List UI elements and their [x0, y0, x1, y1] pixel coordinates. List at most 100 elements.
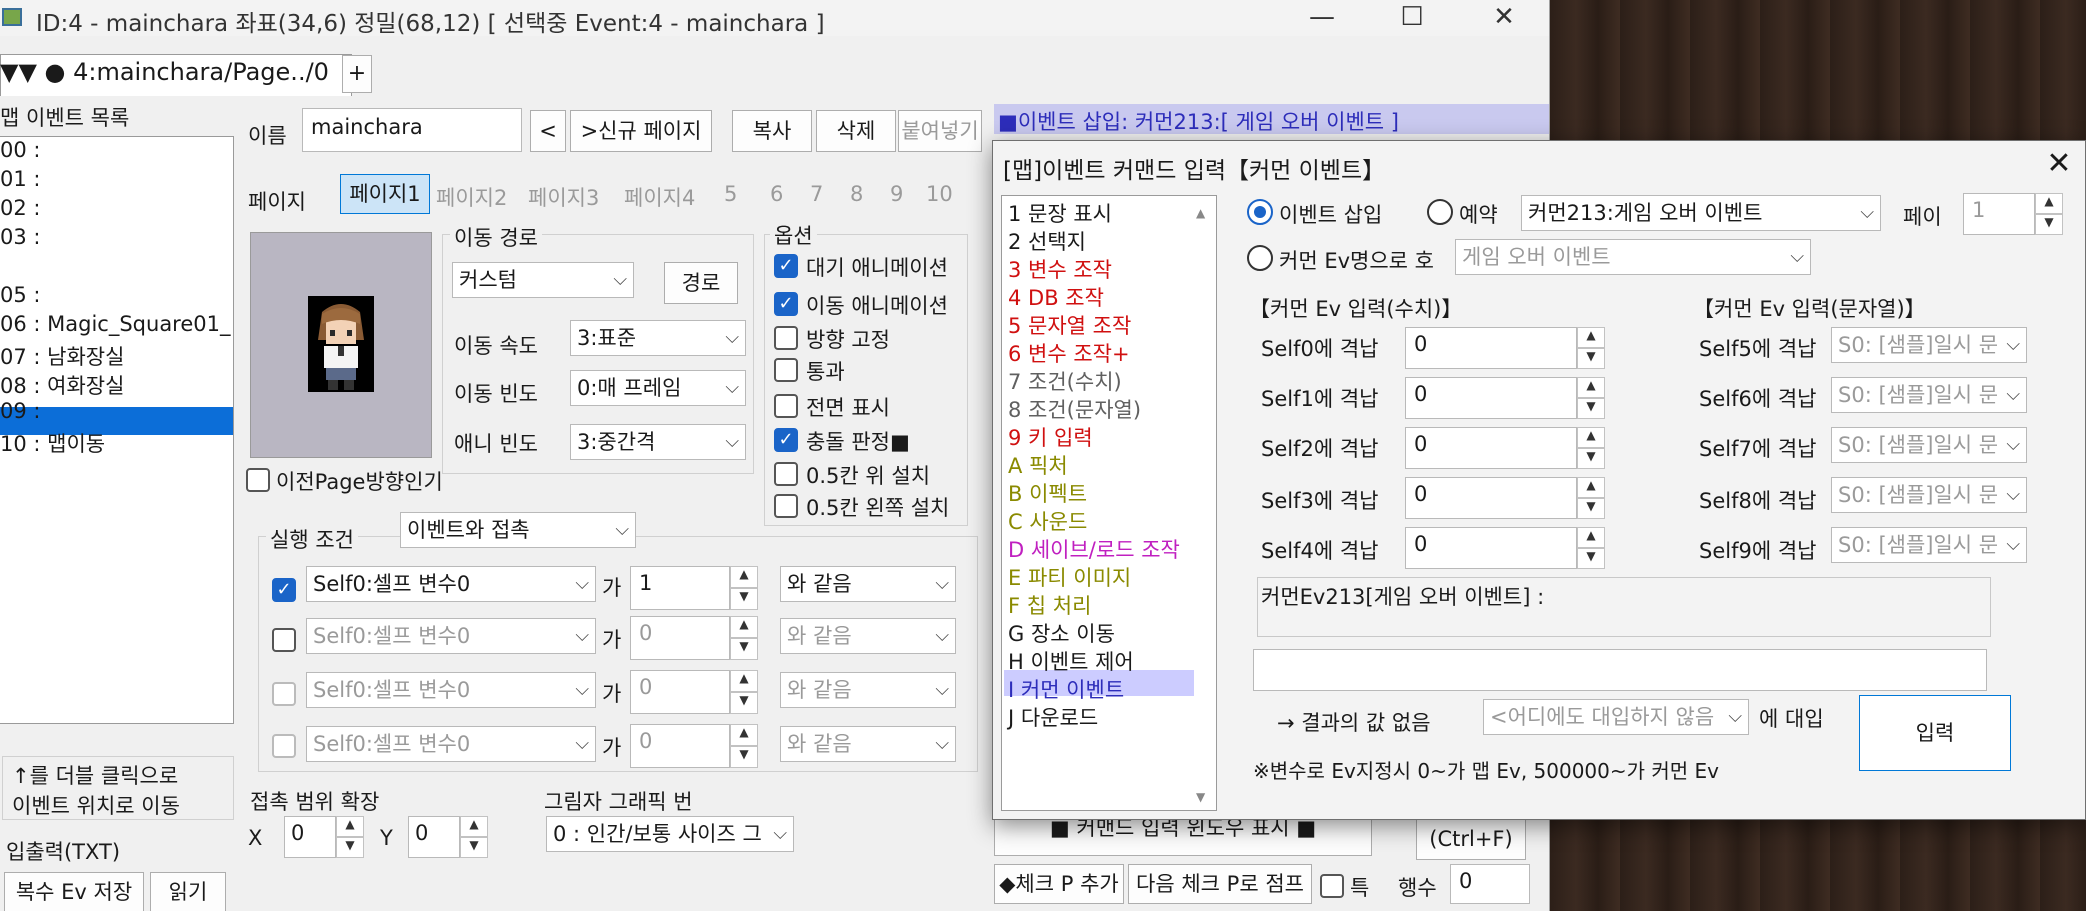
freq-select[interactable]: 0:매 프레임 ⌵	[570, 370, 746, 406]
prev-page-button[interactable]: <	[530, 110, 566, 152]
list-item[interactable]: 06 : Magic_Square01_	[0, 312, 234, 336]
cond-var-select[interactable]: Self0:셀프 변수0 ⌵	[306, 672, 596, 708]
event-insert-bar[interactable]: ■이벤트 삽입: 커먼213:[ 게임 오버 이벤트 ]	[994, 104, 1549, 134]
cond-cmp-select[interactable]: 와 같음 ⌵	[780, 672, 956, 708]
ctrl-f-button[interactable]: (Ctrl+F)	[1416, 818, 1526, 860]
spin-up-icon[interactable]: ▲	[730, 670, 758, 692]
list-item[interactable]: C 사운드	[1008, 506, 1087, 536]
num-input[interactable]: 0	[1405, 327, 1577, 369]
prev-dir-checkbox[interactable]	[246, 468, 270, 492]
special-checkbox[interactable]	[1320, 874, 1344, 898]
list-item[interactable]: 01 :	[0, 167, 40, 191]
checkbox-half-up[interactable]	[774, 462, 798, 486]
str-select[interactable]: S0: [샘플]일시 문 ⌵	[1831, 377, 2027, 413]
line-count-input[interactable]: 0	[1450, 864, 1530, 904]
route-select[interactable]: 커스텀 ⌵	[452, 262, 634, 298]
cond-cmp-select[interactable]: 와 같음 ⌵	[780, 566, 956, 602]
cond-var-select[interactable]: Self0:셀프 변수0 ⌵	[306, 566, 596, 602]
cond-checkbox[interactable]	[272, 628, 296, 652]
list-item[interactable]: 9 키 입력	[1008, 422, 1093, 452]
str-select[interactable]: S0: [샘플]일시 문 ⌵	[1831, 427, 2027, 463]
cond-checkbox[interactable]	[272, 734, 296, 758]
anim-select[interactable]: 3:중간격 ⌵	[570, 424, 746, 460]
cond-checkbox[interactable]: ✓	[272, 578, 296, 602]
list-item[interactable]: D 세이브/로드 조작	[1008, 534, 1180, 564]
cond-checkbox[interactable]	[272, 682, 296, 706]
extra-input[interactable]	[1253, 649, 1987, 691]
tab-page-7[interactable]: 7	[810, 182, 823, 206]
checkbox-wait-anim[interactable]: ✓	[774, 254, 798, 278]
spin-down-icon[interactable]: ▼	[1577, 398, 1605, 419]
name-select[interactable]: 게임 오버 이벤트 ⌵	[1455, 239, 1811, 275]
delete-button[interactable]: 삭제	[816, 110, 896, 152]
spin-up-icon[interactable]: ▲	[1577, 427, 1605, 448]
list-item[interactable]: H 이벤트 제어	[1008, 646, 1134, 676]
spin-up-icon[interactable]: ▲	[1577, 477, 1605, 498]
read-button[interactable]: 읽기	[150, 872, 226, 911]
checkbox-front[interactable]	[774, 394, 798, 418]
spin-up-icon[interactable]: ▲	[1577, 327, 1605, 348]
tab-page-1[interactable]: 페이지1	[340, 174, 430, 214]
next-check-button[interactable]: 다음 체크 P로 점프	[1128, 864, 1312, 904]
spin-down-icon[interactable]: ▼	[1577, 498, 1605, 519]
new-page-button[interactable]: >신규 페이지	[570, 110, 712, 152]
str-select[interactable]: S0: [샘플]일시 문 ⌵	[1831, 477, 2027, 513]
route-button[interactable]: 경로	[664, 262, 738, 304]
spin-down-icon[interactable]: ▼	[336, 837, 364, 858]
contact-y-input[interactable]: 0	[408, 816, 460, 858]
exec-select[interactable]: 이벤트와 접촉 ⌵	[400, 512, 636, 548]
tab-page-6[interactable]: 6	[770, 182, 783, 206]
input-button[interactable]: 입력	[1859, 695, 2011, 771]
list-item-selected[interactable]: I 커먼 이벤트	[1008, 674, 1124, 704]
contact-x-input[interactable]: 0	[284, 816, 336, 858]
page-spin-input[interactable]: 1	[1963, 193, 2035, 235]
command-list[interactable]: 1 문장 표시 2 선택지 3 변수 조작 4 DB 조작 5 문자열 조작 6…	[1001, 195, 1217, 811]
checkbox-move-anim[interactable]: ✓	[774, 292, 798, 316]
add-tab-button[interactable]: +	[342, 55, 372, 93]
spin-up-icon[interactable]: ▲	[336, 816, 364, 837]
spin-down-icon[interactable]: ▼	[1577, 448, 1605, 469]
spin-up-icon[interactable]: ▲	[1577, 377, 1605, 398]
spin-down-icon[interactable]: ▼	[1577, 348, 1605, 369]
tab-page-4[interactable]: 페이지4	[624, 182, 695, 212]
speed-select[interactable]: 3:표준 ⌵	[570, 320, 746, 356]
checkbox-collision[interactable]: ✓	[774, 428, 798, 452]
list-item[interactable]: F 칩 처리	[1008, 590, 1091, 620]
list-item[interactable]: 6 변수 조작+	[1008, 338, 1130, 368]
scroll-down-icon[interactable]: ▼	[1196, 790, 1205, 804]
spin-down-icon[interactable]: ▼	[730, 692, 758, 714]
spin-down-icon[interactable]: ▼	[730, 638, 758, 660]
list-item[interactable]: E 파티 이미지	[1008, 562, 1131, 592]
name-input[interactable]: mainchara	[302, 108, 522, 152]
copy-button[interactable]: 복사	[732, 110, 812, 152]
list-item[interactable]: 8 조건(문자열)	[1008, 394, 1141, 424]
list-item[interactable]: 00 :	[0, 138, 40, 162]
list-item[interactable]: G 장소 이동	[1008, 618, 1115, 648]
spin-up-icon[interactable]: ▲	[730, 724, 758, 746]
spin-down-icon[interactable]: ▼	[460, 837, 488, 858]
list-item[interactable]: 10 : 맵이동	[0, 428, 105, 458]
spin-up-icon[interactable]: ▲	[2035, 193, 2063, 214]
cond-num-input[interactable]: 1	[630, 566, 730, 610]
maximize-button[interactable]: ☐	[1392, 2, 1432, 34]
save-multiple-button[interactable]: 복수 Ev 저장	[4, 872, 144, 911]
list-item[interactable]: 4 DB 조작	[1008, 282, 1104, 312]
radio-insert[interactable]	[1247, 199, 1273, 225]
list-item[interactable]: 1 문장 표시	[1008, 198, 1112, 228]
list-item[interactable]: B 이펙트	[1008, 478, 1087, 508]
spin-down-icon[interactable]: ▼	[1577, 548, 1605, 569]
cond-cmp-select[interactable]: 와 같음 ⌵	[780, 618, 956, 654]
num-input[interactable]: 0	[1405, 477, 1577, 519]
cond-var-select[interactable]: Self0:셀프 변수0 ⌵	[306, 726, 596, 762]
add-check-button[interactable]: ◆체크 P 추가	[994, 864, 1124, 904]
list-item[interactable]: 09 :	[0, 399, 40, 423]
tab-page-10[interactable]: 10	[926, 182, 953, 206]
list-item[interactable]: 3 변수 조작	[1008, 254, 1112, 284]
spin-up-icon[interactable]: ▲	[730, 566, 758, 588]
checkbox-half-left[interactable]	[774, 494, 798, 518]
tab-page-9[interactable]: 9	[890, 182, 903, 206]
close-button[interactable]: ✕	[1484, 2, 1524, 34]
list-item[interactable]: 7 조건(수치)	[1008, 366, 1122, 396]
num-input[interactable]: 0	[1405, 377, 1577, 419]
spin-up-icon[interactable]: ▲	[1577, 527, 1605, 548]
